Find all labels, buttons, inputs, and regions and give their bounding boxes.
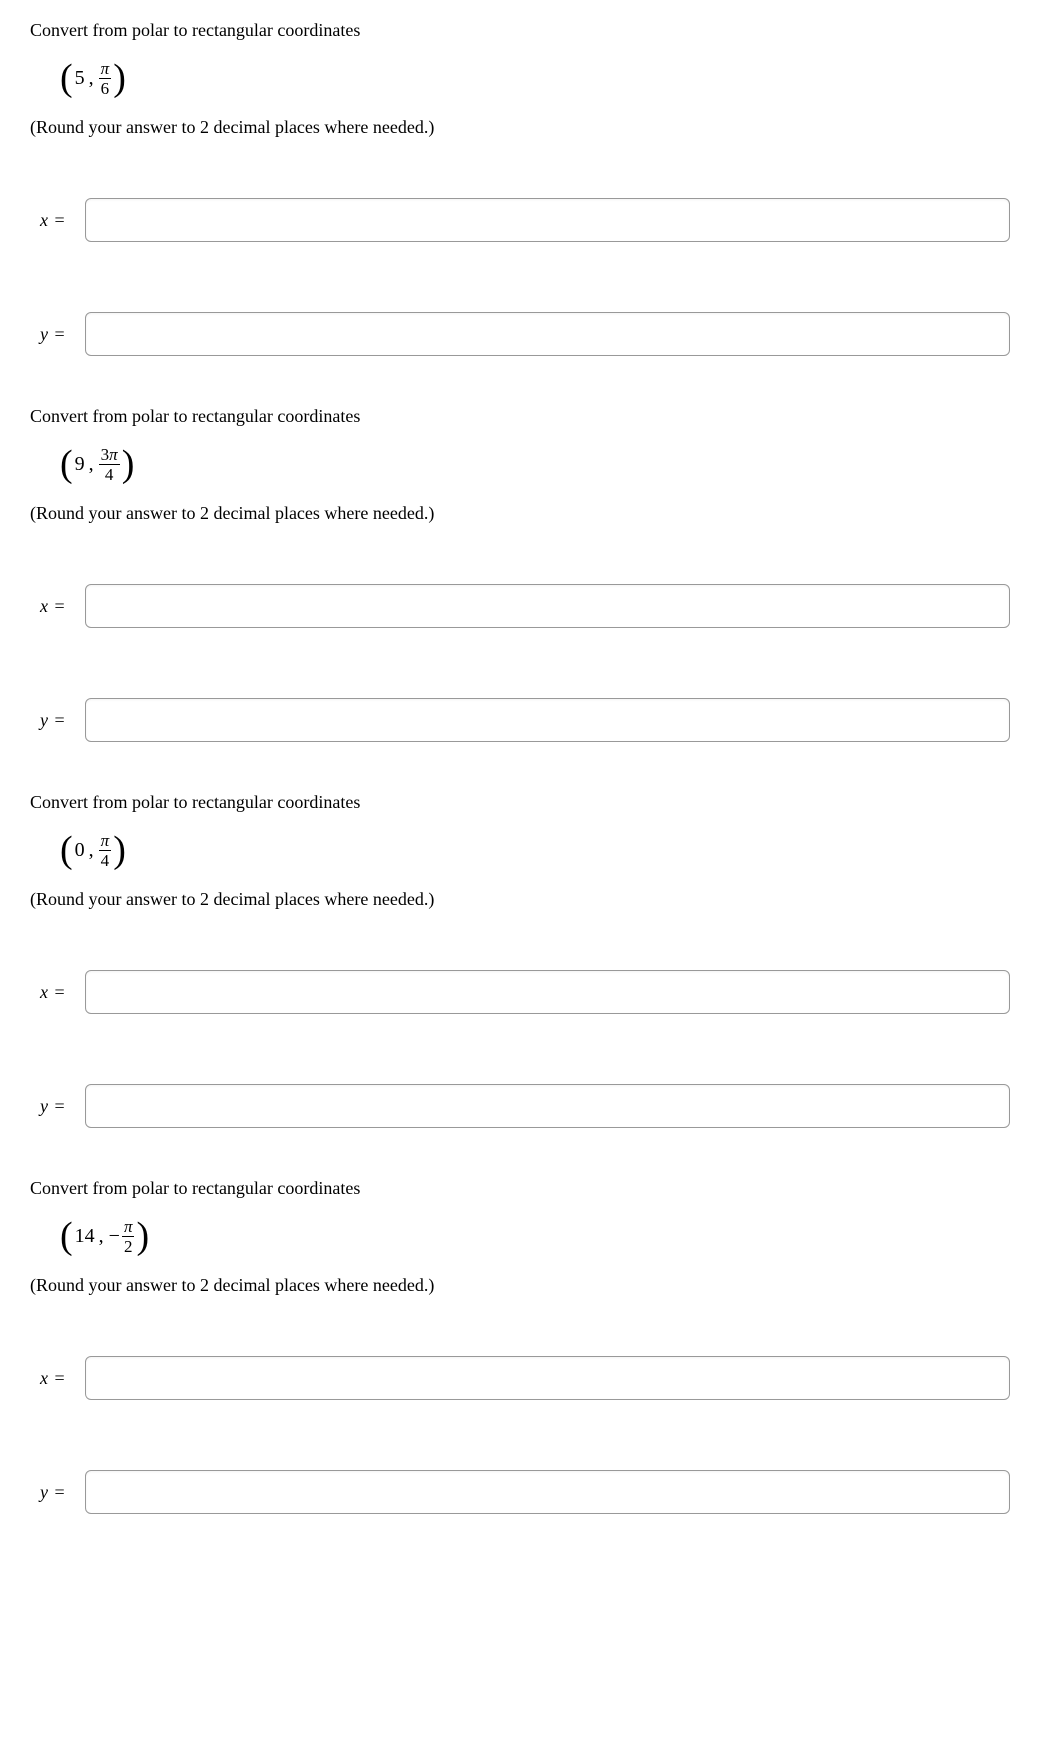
rounding-hint: (Round your answer to 2 decimal places w… bbox=[30, 889, 1010, 910]
y-label: y = bbox=[40, 324, 85, 345]
r-value: 5 bbox=[75, 67, 85, 90]
fraction-numerator: π bbox=[99, 832, 112, 851]
x-answer-row: x = bbox=[30, 970, 1010, 1014]
close-paren-icon: ) bbox=[113, 59, 126, 97]
polar-coordinates: ( 5, π 6 ) bbox=[60, 59, 1010, 97]
open-paren-icon: ( bbox=[60, 831, 73, 869]
x-input[interactable] bbox=[85, 1356, 1010, 1400]
y-label: y = bbox=[40, 1482, 85, 1503]
x-input[interactable] bbox=[85, 198, 1010, 242]
r-value: 0 bbox=[75, 839, 85, 862]
rounding-hint: (Round your answer to 2 decimal places w… bbox=[30, 503, 1010, 524]
question-4: Convert from polar to rectangular coordi… bbox=[30, 1178, 1010, 1514]
y-label: y = bbox=[40, 710, 85, 731]
question-prompt: Convert from polar to rectangular coordi… bbox=[30, 792, 1010, 813]
x-input[interactable] bbox=[85, 970, 1010, 1014]
x-answer-row: x = bbox=[30, 198, 1010, 242]
open-paren-icon: ( bbox=[60, 59, 73, 97]
y-input[interactable] bbox=[85, 312, 1010, 356]
y-input[interactable] bbox=[85, 698, 1010, 742]
theta-fraction: π 6 bbox=[99, 60, 112, 97]
fraction-denominator: 4 bbox=[103, 465, 116, 483]
rounding-hint: (Round your answer to 2 decimal places w… bbox=[30, 1275, 1010, 1296]
y-answer-row: y = bbox=[30, 312, 1010, 356]
question-prompt: Convert from polar to rectangular coordi… bbox=[30, 406, 1010, 427]
question-prompt: Convert from polar to rectangular coordi… bbox=[30, 20, 1010, 41]
close-paren-icon: ) bbox=[113, 831, 126, 869]
x-label: x = bbox=[40, 982, 85, 1003]
close-paren-icon: ) bbox=[122, 445, 135, 483]
r-value: 9 bbox=[75, 453, 85, 476]
open-paren-icon: ( bbox=[60, 1217, 73, 1255]
fraction-denominator: 4 bbox=[99, 851, 112, 869]
x-input[interactable] bbox=[85, 584, 1010, 628]
x-label: x = bbox=[40, 1368, 85, 1389]
polar-coordinates: ( 9, 3π 4 ) bbox=[60, 445, 1010, 483]
negative-sign: − bbox=[109, 1225, 120, 1248]
y-label: y = bbox=[40, 1096, 85, 1117]
question-1: Convert from polar to rectangular coordi… bbox=[30, 20, 1010, 356]
y-answer-row: y = bbox=[30, 1470, 1010, 1514]
y-input[interactable] bbox=[85, 1470, 1010, 1514]
rounding-hint: (Round your answer to 2 decimal places w… bbox=[30, 117, 1010, 138]
polar-coordinates: ( 0, π 4 ) bbox=[60, 831, 1010, 869]
theta-fraction: π 2 bbox=[122, 1218, 135, 1255]
theta-fraction: 3π 4 bbox=[99, 446, 120, 483]
theta-fraction: π 4 bbox=[99, 832, 112, 869]
question-prompt: Convert from polar to rectangular coordi… bbox=[30, 1178, 1010, 1199]
y-input[interactable] bbox=[85, 1084, 1010, 1128]
open-paren-icon: ( bbox=[60, 445, 73, 483]
question-2: Convert from polar to rectangular coordi… bbox=[30, 406, 1010, 742]
x-label: x = bbox=[40, 596, 85, 617]
fraction-numerator: 3π bbox=[99, 446, 120, 465]
fraction-numerator: π bbox=[99, 60, 112, 79]
close-paren-icon: ) bbox=[136, 1217, 149, 1255]
x-answer-row: x = bbox=[30, 584, 1010, 628]
question-3: Convert from polar to rectangular coordi… bbox=[30, 792, 1010, 1128]
x-label: x = bbox=[40, 210, 85, 231]
fraction-denominator: 2 bbox=[122, 1237, 135, 1255]
y-answer-row: y = bbox=[30, 1084, 1010, 1128]
y-answer-row: y = bbox=[30, 698, 1010, 742]
x-answer-row: x = bbox=[30, 1356, 1010, 1400]
r-value: 14 bbox=[75, 1225, 95, 1248]
fraction-denominator: 6 bbox=[99, 79, 112, 97]
fraction-numerator: π bbox=[122, 1218, 135, 1237]
polar-coordinates: ( 14, − π 2 ) bbox=[60, 1217, 1010, 1255]
